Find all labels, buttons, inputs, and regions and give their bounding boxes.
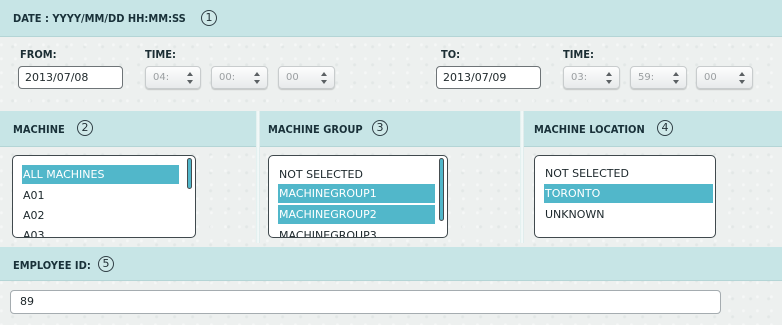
to-label: TO: — [441, 48, 461, 61]
to-minute-spinner-icon[interactable] — [673, 72, 680, 84]
employee-marker: 5 — [98, 256, 114, 272]
machine-group-option-machinegroup3[interactable]: MACHINEGROUP3 — [278, 226, 435, 237]
machine-group-marker: 3 — [372, 120, 388, 136]
screen: DATE : YYYY/MM/DD HH:MM:SS 1 FROM: 2013/… — [0, 0, 782, 325]
from-hour-value: 04: — [153, 72, 170, 83]
to-hour-value: 03: — [571, 72, 588, 83]
to-time-label: TIME: — [563, 48, 595, 61]
machine-location-listbox[interactable]: NOT SELECTED TORONTO UNKNOWN — [534, 155, 716, 238]
machine-group-title: MACHINE GROUP — [268, 123, 363, 136]
machine-option-all-machines[interactable]: ALL MACHINES — [22, 165, 179, 184]
to-minute-select[interactable]: 59: — [630, 66, 687, 89]
machine-title: MACHINE — [13, 123, 65, 136]
from-time-label: TIME: — [145, 48, 177, 61]
machine-scrollbar[interactable] — [187, 158, 192, 189]
machine-location-marker: 4 — [657, 120, 673, 136]
from-label: FROM: — [20, 48, 57, 61]
to-hour-spinner-icon[interactable] — [606, 72, 613, 84]
from-minute-spinner-icon[interactable] — [254, 72, 261, 84]
machine-location-option-unknown[interactable]: UNKNOWN — [544, 205, 713, 224]
date-header-title: DATE : YYYY/MM/DD HH:MM:SS — [13, 12, 186, 25]
from-minute-select[interactable]: 00: — [211, 66, 268, 89]
from-second-select[interactable]: 00 — [278, 66, 335, 89]
machine-location-title: MACHINE LOCATION — [534, 123, 645, 136]
from-second-value: 00 — [286, 72, 299, 83]
machine-location-option-not-selected[interactable]: NOT SELECTED — [544, 164, 713, 183]
machine-marker: 2 — [77, 120, 93, 136]
to-second-spinner-icon[interactable] — [739, 72, 746, 84]
to-minute-value: 59: — [638, 72, 655, 83]
to-date-input[interactable]: 2013/07/09 — [436, 66, 541, 89]
machine-option-a01[interactable]: A01 — [22, 186, 179, 205]
machine-group-option-machinegroup1[interactable]: MACHINEGROUP1 — [278, 184, 435, 203]
to-second-select[interactable]: 00 — [696, 66, 753, 89]
employee-title: EMPLOYEE ID: — [13, 259, 91, 272]
machine-option-a02[interactable]: A02 — [22, 206, 179, 225]
machine-group-option-machinegroup2[interactable]: MACHINEGROUP2 — [278, 205, 435, 224]
from-minute-value: 00: — [219, 72, 236, 83]
date-marker: 1 — [201, 10, 217, 26]
machine-option-a03[interactable]: A03 — [22, 226, 179, 237]
machine-group-option-not-selected[interactable]: NOT SELECTED — [278, 165, 435, 184]
machine-listbox[interactable]: ALL MACHINES A01 A02 A03 — [12, 155, 196, 238]
from-date-input[interactable]: 2013/07/08 — [18, 66, 123, 89]
from-second-spinner-icon[interactable] — [321, 72, 328, 84]
employee-id-input[interactable]: 89 — [10, 290, 721, 314]
to-second-value: 00 — [704, 72, 717, 83]
to-hour-select[interactable]: 03: — [563, 66, 620, 89]
machine-location-option-toronto[interactable]: TORONTO — [544, 184, 713, 203]
employee-header — [0, 247, 782, 281]
from-hour-select[interactable]: 04: — [145, 66, 201, 89]
from-hour-spinner-icon[interactable] — [187, 72, 194, 84]
machine-group-scrollbar[interactable] — [439, 158, 444, 221]
machine-group-listbox[interactable]: NOT SELECTED MACHINEGROUP1 MACHINEGROUP2… — [268, 155, 448, 238]
